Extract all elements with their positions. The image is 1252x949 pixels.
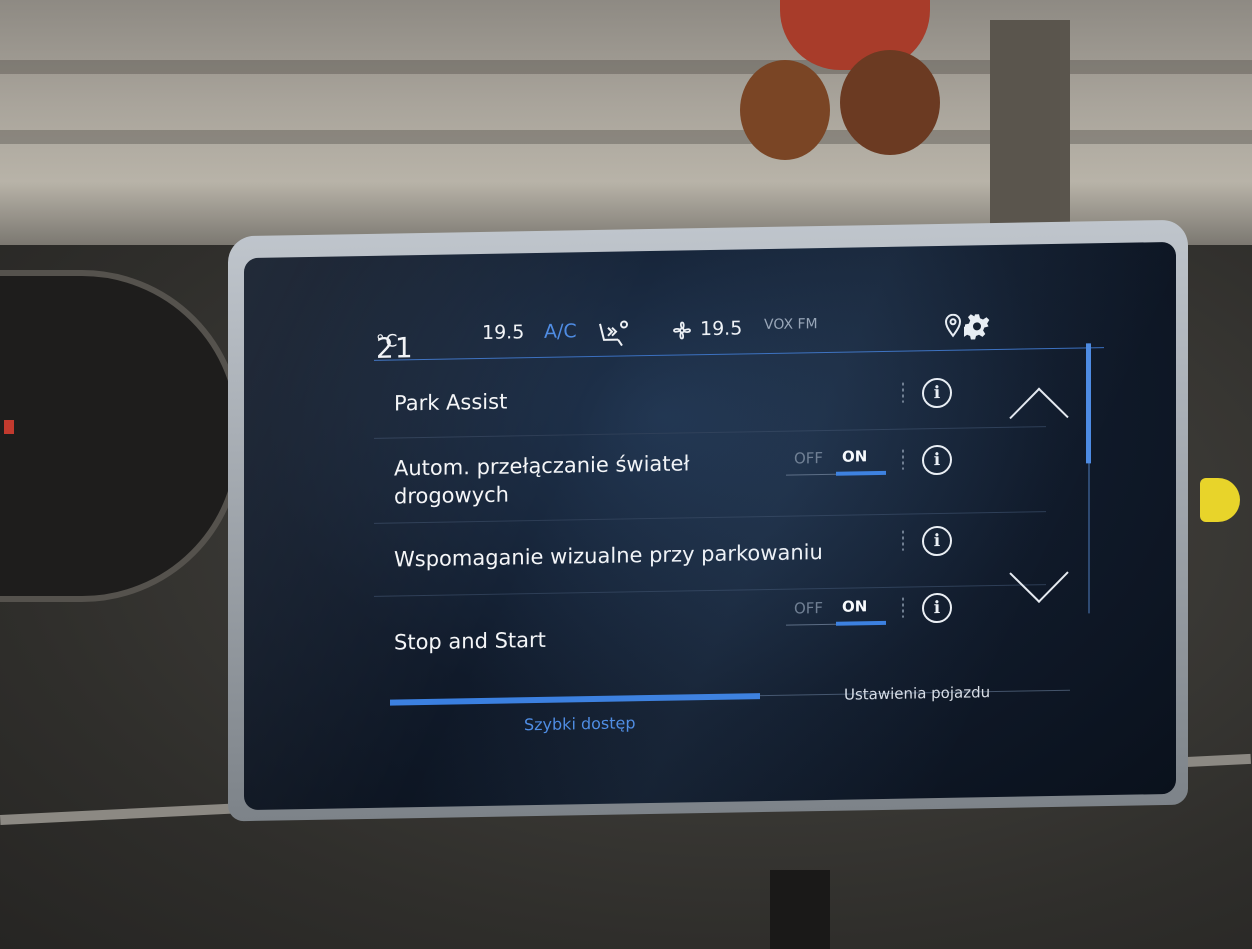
hanging-plush-toy <box>740 0 950 160</box>
scrollbar-thumb[interactable] <box>1086 343 1091 464</box>
radio-station[interactable]: VOX FM <box>764 316 818 333</box>
seat-airflow-icon[interactable] <box>596 319 630 352</box>
list-item-label: Park Assist <box>394 389 508 416</box>
location-pin-icon[interactable] <box>944 313 962 342</box>
stop-start-toggle[interactable]: OFF ON <box>786 594 886 626</box>
right-temperature[interactable]: 19.5 <box>700 317 742 340</box>
bottom-tabs: Szybki dostęp Ustawienia pojazdu <box>374 673 1104 746</box>
list-item-label: Autom. przełączanie świateł drogowych <box>394 451 690 509</box>
toggle-off-label[interactable]: OFF <box>794 449 823 468</box>
temperature-unit: °C <box>376 331 399 352</box>
list-item-auto-high-beam[interactable]: Autom. przełączanie świateł drogowych OF… <box>374 427 1046 524</box>
list-item-visual-parking-aid[interactable]: Wspomaganie wizualne przy parkowaniu i <box>374 512 1046 597</box>
plush-paw <box>740 60 830 160</box>
left-temperature[interactable]: 19.5 <box>482 321 524 344</box>
list-divider <box>902 597 904 618</box>
status-bar: 21 °C 19.5 A/C 19.5 VOX FM <box>374 303 1104 365</box>
settings-list: Park Assist i Autom. przełączanie świate… <box>374 356 1046 671</box>
info-icon[interactable]: i <box>922 377 952 409</box>
ac-button[interactable]: A/C <box>544 320 577 343</box>
air-vent <box>770 870 830 949</box>
cluster-warning-light <box>4 420 14 434</box>
list-divider <box>902 449 904 470</box>
background-pillar <box>990 20 1070 230</box>
fan-icon[interactable] <box>670 318 694 346</box>
high-beam-toggle[interactable]: OFF ON <box>786 444 886 476</box>
vehicle-settings-ui: 21 °C 19.5 A/C 19.5 VOX FM Park Assist i… <box>374 303 1104 746</box>
toggle-on-label[interactable]: ON <box>842 447 867 465</box>
list-item-stop-and-start[interactable]: Stop and Start OFF ON i <box>374 585 1046 671</box>
toggle-on-label[interactable]: ON <box>842 597 867 615</box>
toggle-selected-indicator <box>836 620 886 626</box>
list-divider <box>902 530 904 551</box>
toggle-off-label[interactable]: OFF <box>794 599 823 618</box>
plush-paw <box>840 50 940 155</box>
gear-icon[interactable] <box>960 313 990 343</box>
list-item-label: Wspomaganie wizualne przy parkowaniu <box>394 540 823 572</box>
infotainment-screen: 21 °C 19.5 A/C 19.5 VOX FM Park Assist i… <box>244 241 1176 811</box>
list-item-park-assist[interactable]: Park Assist i <box>374 356 1046 439</box>
list-item-label: Stop and Start <box>394 627 546 655</box>
info-icon[interactable]: i <box>922 525 952 557</box>
tab-vehicle-settings[interactable]: Ustawienia pojazdu <box>844 683 990 704</box>
active-tab-indicator <box>390 693 760 706</box>
info-icon[interactable]: i <box>922 592 952 624</box>
tab-quick-access[interactable]: Szybki dostęp <box>524 713 636 734</box>
list-divider <box>902 382 904 403</box>
toggle-selected-indicator <box>836 470 886 476</box>
info-icon[interactable]: i <box>922 444 952 476</box>
